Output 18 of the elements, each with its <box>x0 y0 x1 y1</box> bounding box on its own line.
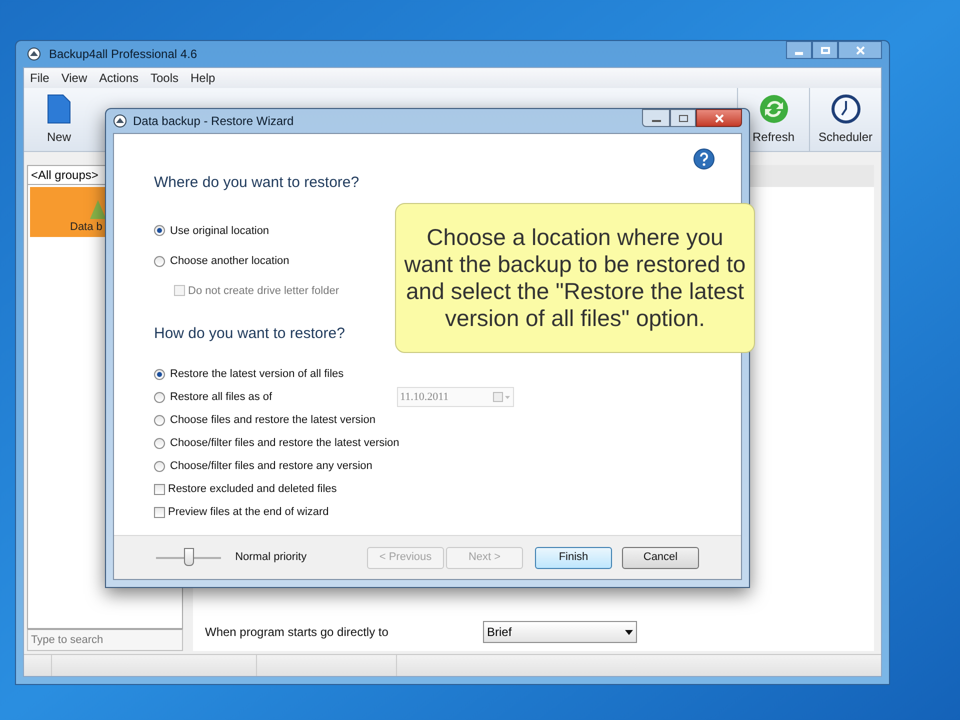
option-label: Do not create drive letter folder <box>188 284 340 298</box>
option-label: Choose/filter files and restore the latest version <box>170 436 400 451</box>
option-label: Choose files and restore the latest version <box>170 412 376 428</box>
startup-label: When program starts go directly to <box>205 624 390 641</box>
dialog-title: Data backup - Restore Wizard <box>133 113 294 130</box>
priority-label: Normal priority <box>235 550 308 566</box>
tooltip-text: Choose a location where you want the backup to be restored to and select the "Restore the latest version of all files" option. <box>403 224 747 332</box>
tile-label: Data b <box>70 220 102 234</box>
section-heading: Where do you want to restore? <box>154 173 360 193</box>
option-label: Use original location <box>170 224 270 238</box>
option-label: Restore excluded and deleted files <box>168 482 337 497</box>
option-label: Choose another location <box>170 254 290 269</box>
option-label: Choose/filter files and restore any version <box>170 458 372 474</box>
option-label: Preview files at the end of wizard <box>168 504 329 520</box>
option-label: Restore the latest version of all files <box>170 366 344 382</box>
option-label: Restore all files as of <box>170 390 272 405</box>
section-heading: How do you want to restore? <box>154 324 346 344</box>
window-title: Backup4all Professional 4.6 <box>49 46 198 63</box>
